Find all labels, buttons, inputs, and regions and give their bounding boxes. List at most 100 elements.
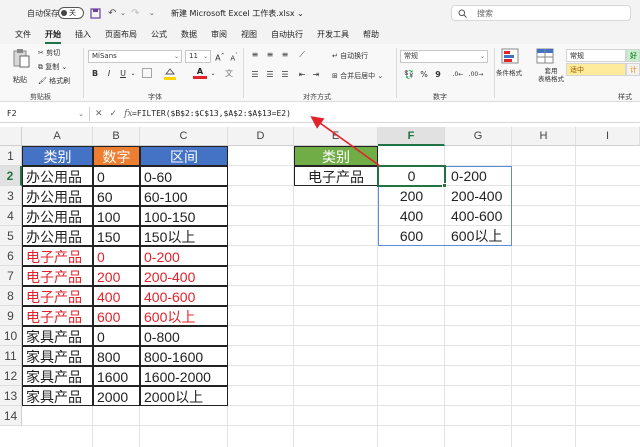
result-cell-range[interactable]: 0-200 [445,166,512,186]
enter-icon[interactable]: ✓ [110,109,118,119]
table-cell-number[interactable]: 60 [93,186,140,206]
row-header-8[interactable]: 8 [0,286,22,306]
copy-button[interactable]: ⧉ 复制 ⌄ [38,62,67,72]
table-cell-range[interactable]: 800-1600 [140,346,228,366]
tab-insert[interactable]: 插入 [68,29,98,44]
row-header-3[interactable]: 3 [0,186,22,206]
font-color-dropdown-icon[interactable]: ⌄ [210,68,216,80]
table-cell-number[interactable]: 800 [93,346,140,366]
underline-dropdown-icon[interactable]: ⌄ [130,68,136,80]
accounting-format-icon[interactable]: 💱 [402,69,416,81]
table-cell-category[interactable]: 办公用品 [22,226,93,246]
table-cell-category[interactable]: 电子产品 [22,246,93,266]
tab-review[interactable]: 审阅 [204,29,234,44]
underline-icon[interactable]: U [118,68,128,80]
lookup-value-cell[interactable]: 电子产品 [294,166,378,186]
font-color-icon[interactable]: A [193,66,207,79]
align-center-icon[interactable]: ☰ [264,69,276,81]
table-cell-category[interactable]: 办公用品 [22,206,93,226]
table-cell-category[interactable]: 家具产品 [22,386,93,406]
style-calculation[interactable]: 计 [626,63,640,76]
tab-data[interactable]: 数据 [174,29,204,44]
merge-center-button[interactable]: ⊞ 合并后居中 ⌄ [332,71,383,81]
column-header-e[interactable]: E [294,127,378,146]
cell-c1-header[interactable]: 区间 [140,146,228,166]
undo-dropdown-icon[interactable]: ⌄ [120,0,126,26]
row-header-9[interactable]: 9 [0,306,22,326]
row-header-14[interactable]: 14 [0,406,22,426]
document-title[interactable]: 新建 Microsoft Excel 工作表.xlsx ⌄ [171,0,304,26]
table-cell-range[interactable]: 150以上 [140,226,228,246]
column-header-a[interactable]: A [22,127,93,146]
table-cell-category[interactable]: 电子产品 [22,266,93,286]
percent-style-icon[interactable]: % [418,69,430,81]
table-cell-category[interactable]: 办公用品 [22,166,93,186]
table-cell-number[interactable]: 100 [93,206,140,226]
font-name-select[interactable]: MiSans ⌄ [88,50,182,63]
tab-view[interactable]: 视图 [234,29,264,44]
style-normal[interactable]: 常规 [566,49,626,62]
row-header-6[interactable]: 6 [0,246,22,266]
tab-developer[interactable]: 开发工具 [310,29,356,44]
align-right-icon[interactable]: ☰ [279,69,291,81]
name-box[interactable]: F2 ⌄ [4,107,90,121]
table-cell-number[interactable]: 2000 [93,386,140,406]
align-top-icon[interactable]: ≡ [249,49,261,61]
tab-home[interactable]: 开始 [38,29,68,44]
paste-label[interactable]: 粘贴 [13,75,27,85]
worksheet-grid[interactable]: A B C D E F G H I 1 2 3 4 5 6 7 8 9 10 11 12 13 14 类别 数字 区间 办公用品 0 0… [0,123,640,447]
row-header-1[interactable]: 1 [0,146,22,166]
table-cell-range[interactable]: 100-150 [140,206,228,226]
table-cell-category[interactable]: 办公用品 [22,186,93,206]
tab-file[interactable]: 文件 [8,29,38,44]
conditional-format-icon[interactable] [500,48,520,68]
decrease-decimal-icon[interactable]: .00→ [468,69,484,81]
decrease-font-size-icon[interactable]: Aˇ [228,50,240,64]
conditional-format-label[interactable]: 条件格式 [496,67,522,77]
tab-page-layout[interactable]: 页面布局 [98,29,144,44]
table-cell-range[interactable]: 0-60 [140,166,228,186]
wrap-text-button[interactable]: ↵ 自动换行 [332,51,368,61]
result-cell-range[interactable]: 600以上 [445,226,512,246]
tab-formulas[interactable]: 公式 [144,29,174,44]
table-cell-number[interactable]: 0 [93,326,140,346]
table-cell-range[interactable]: 2000以上 [140,386,228,406]
align-middle-icon[interactable]: ≡ [264,49,276,61]
table-cell-number[interactable]: 0 [93,246,140,266]
increase-indent-icon[interactable]: ⇥ [310,69,322,81]
borders-icon[interactable] [140,68,154,82]
comma-style-icon[interactable]: 9 [432,69,444,81]
result-cell-range[interactable]: 200-400 [445,186,512,206]
table-cell-category[interactable]: 电子产品 [22,306,93,326]
fill-handle[interactable] [442,183,447,188]
format-as-table-icon[interactable] [535,48,555,68]
paste-icon[interactable] [10,48,32,72]
result-cell-number[interactable]: 200 [378,186,445,206]
align-left-icon[interactable]: ☰ [249,69,261,81]
select-all-corner[interactable] [0,127,22,146]
format-painter-button[interactable]: 🖌 格式刷 [38,76,70,86]
table-cell-range[interactable]: 0-800 [140,326,228,346]
cut-button[interactable]: ✂ 剪切 [38,48,60,58]
row-header-5[interactable]: 5 [0,226,22,246]
row-header-12[interactable]: 12 [0,366,22,386]
bold-icon[interactable]: B [90,68,100,80]
phonetic-icon[interactable]: 文 [222,68,236,80]
table-cell-category[interactable]: 电子产品 [22,286,93,306]
tab-automate[interactable]: 自动执行 [264,29,310,44]
style-neutral[interactable]: 适中 [566,63,626,76]
fill-color-icon[interactable] [162,66,178,84]
formula-input[interactable]: =FILTER($B$2:$C$13,$A$2:$A$13=E2) [132,107,291,121]
table-cell-number[interactable]: 0 [93,166,140,186]
row-header-13[interactable]: 13 [0,386,22,406]
table-cell-number[interactable]: 400 [93,286,140,306]
italic-icon[interactable]: I [104,68,114,80]
tab-help[interactable]: 帮助 [356,29,386,44]
table-cell-number[interactable]: 1600 [93,366,140,386]
format-as-table-label[interactable]: 套用 表格格式 [538,67,564,83]
table-cell-category[interactable]: 家具产品 [22,326,93,346]
row-header-7[interactable]: 7 [0,266,22,286]
row-header-2[interactable]: 2 [0,166,22,186]
table-cell-range[interactable]: 60-100 [140,186,228,206]
undo-icon[interactable]: ↶ [108,0,116,26]
